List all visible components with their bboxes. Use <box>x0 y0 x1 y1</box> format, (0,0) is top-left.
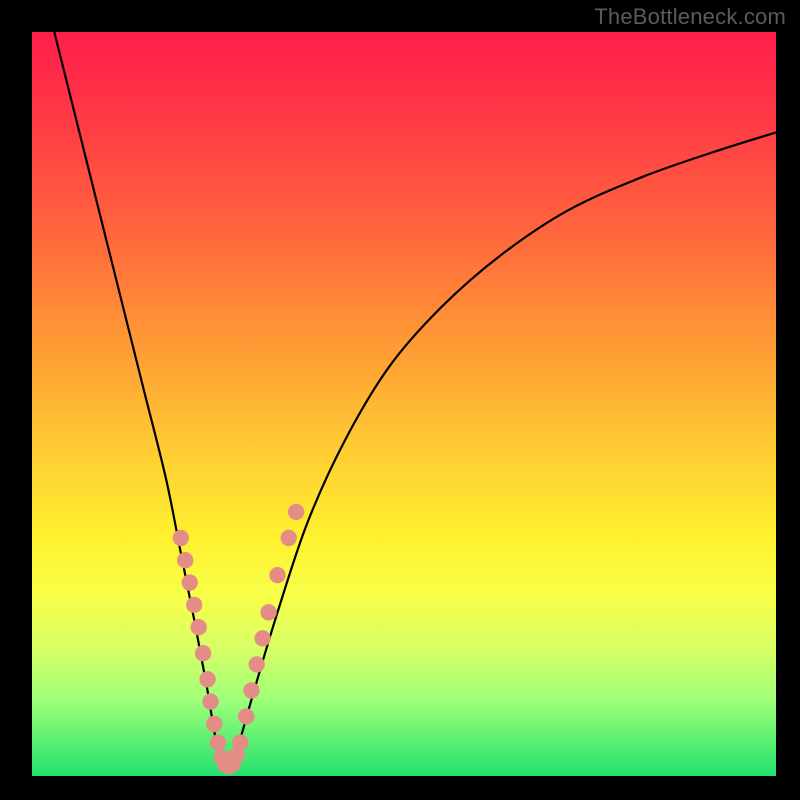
data-marker <box>195 645 211 661</box>
data-marker <box>243 682 259 698</box>
plot-area <box>32 32 776 776</box>
data-marker <box>186 597 202 613</box>
data-marker <box>288 504 304 520</box>
curve-svg <box>32 32 776 776</box>
data-marker <box>190 619 206 635</box>
data-marker <box>281 530 297 546</box>
data-marker <box>210 734 226 750</box>
data-marker <box>238 708 254 724</box>
watermark-text: TheBottleneck.com <box>594 4 786 30</box>
data-marker <box>249 656 265 672</box>
data-marker <box>173 530 189 546</box>
data-marker <box>232 734 248 750</box>
data-marker <box>182 574 198 590</box>
data-marker <box>260 604 276 620</box>
data-marker <box>177 552 193 568</box>
chart-frame: TheBottleneck.com <box>0 0 800 800</box>
bottleneck-curve <box>54 32 776 769</box>
data-marker <box>199 671 215 687</box>
data-marker <box>202 693 218 709</box>
data-marker <box>206 716 222 732</box>
marker-group <box>173 504 305 775</box>
data-marker <box>254 630 270 646</box>
data-marker <box>269 567 285 583</box>
